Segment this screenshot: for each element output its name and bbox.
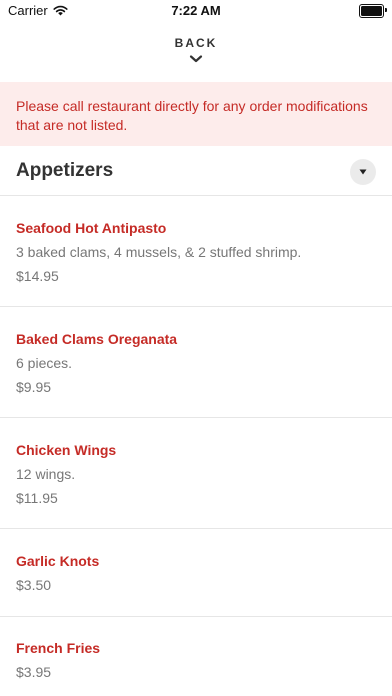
back-label: BACK [174,36,218,50]
category-toggle-button[interactable] [350,159,376,185]
menu-item-price: $14.95 [16,268,59,284]
menu-item-price: $9.95 [16,379,52,395]
menu-item-description: 12 wings. [16,466,76,482]
back-button[interactable]: BACK [0,36,392,72]
menu-item-description: 3 baked clams, 4 mussels, & 2 stuffed sh… [16,244,302,260]
menu-item-price: $11.95 [16,490,58,506]
menu-item-price: $3.95 [16,664,52,680]
category-title: Appetizers [16,160,114,181]
status-time: 7:22 AM [171,3,221,18]
menu-item-name: French Fries [16,640,101,656]
menu-item-price: $3.50 [16,577,52,593]
menu-item-name: Garlic Knots [16,553,100,569]
category-header[interactable]: Appetizers [0,146,392,196]
screen: Carrier 7:22 AM BACK Please call restaur… [0,0,392,696]
menu-item-seafood-hot-antipasto[interactable]: Seafood Hot Antipasto 3 baked clams, 4 m… [0,196,392,307]
menu-item-french-fries[interactable]: French Fries $3.95 [0,617,392,696]
notice-text: Please call restaurant directly for any … [16,98,368,133]
battery-cap [385,8,387,12]
menu-item-garlic-knots[interactable]: Garlic Knots $3.50 [0,529,392,617]
menu-item-name: Chicken Wings [16,442,117,458]
battery-icon [359,4,387,18]
menu-item-name: Seafood Hot Antipasto [16,220,167,236]
menu-item-description: 6 pieces. [16,355,73,371]
caret-down-icon [359,169,367,175]
notice-banner: Please call restaurant directly for any … [0,82,392,146]
menu-item-baked-clams-oreganata[interactable]: Baked Clams Oreganata 6 pieces. $9.95 [0,307,392,418]
menu-item-chicken-wings[interactable]: Chicken Wings 12 wings. $11.95 [0,418,392,529]
battery-fill [361,6,382,16]
status-bar: Carrier 7:22 AM [0,0,392,22]
status-right [359,4,387,18]
chevron-down-icon [189,55,203,63]
menu-item-name: Baked Clams Oreganata [16,331,178,347]
